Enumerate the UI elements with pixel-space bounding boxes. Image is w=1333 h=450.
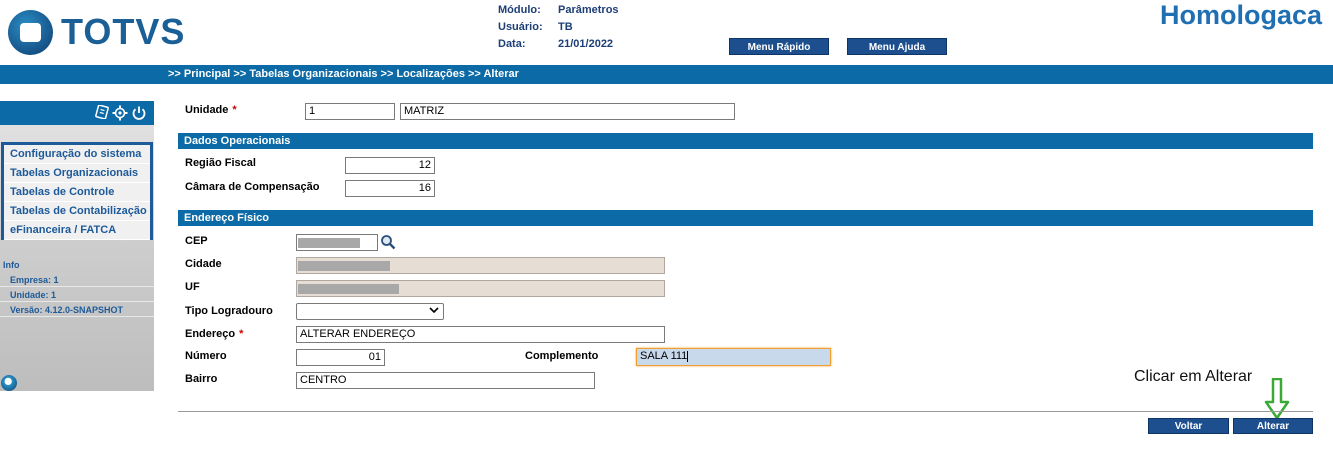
totvs-small-logo-icon <box>1 375 17 391</box>
brand-name: TOTVS <box>61 11 186 52</box>
required-mark: * <box>239 328 244 340</box>
sidebar-item-tabelas-organizacionais[interactable]: Tabelas Organizacionais <box>4 164 150 183</box>
camara-compensacao-field[interactable]: 16 <box>345 180 435 197</box>
complemento-field[interactable]: SALA 111 <box>636 348 831 366</box>
info-unidade: Unidade: 1 <box>0 288 154 302</box>
usuario-label: Usuário: <box>498 21 543 33</box>
sidebar-menu: Configuração do sistema Tabelas Organiza… <box>1 142 153 240</box>
complemento-label: Complemento <box>525 350 599 362</box>
unidade-label: Unidade * <box>185 104 237 116</box>
tipo-logradouro-select[interactable] <box>296 303 444 320</box>
cep-label: CEP <box>185 235 208 247</box>
unidade-code-field[interactable]: 1 <box>305 103 395 120</box>
sidebar-item-tabelas-contabilizacao[interactable]: Tabelas de Contabilização <box>4 202 150 221</box>
modulo-label: Módulo: <box>498 4 541 16</box>
masked-value <box>298 284 399 294</box>
gear-icon[interactable] <box>112 105 128 124</box>
cep-field[interactable] <box>296 234 378 251</box>
unidade-name-field[interactable]: MATRIZ <box>400 103 735 120</box>
bairro-label: Bairro <box>185 373 218 385</box>
cidade-label: Cidade <box>185 258 222 270</box>
masked-value <box>298 261 390 271</box>
usuario-value: TB <box>558 21 573 33</box>
numero-field[interactable]: 01 <box>296 349 385 366</box>
cidade-field <box>296 257 665 274</box>
data-label: Data: <box>498 38 526 50</box>
totvs-logo: TOTVS <box>8 8 185 56</box>
tipo-logradouro-label: Tipo Logradouro <box>185 305 273 317</box>
menu-ajuda-button[interactable]: Menu Ajuda <box>847 38 947 55</box>
uf-label: UF <box>185 281 200 293</box>
voltar-button[interactable]: Voltar <box>1148 418 1229 434</box>
required-mark: * <box>232 104 237 116</box>
data-value: 21/01/2022 <box>558 38 614 50</box>
modulo-value: Parâmetros <box>558 4 619 16</box>
endereco-field[interactable]: ALTERAR ENDEREÇO <box>296 326 665 343</box>
info-title: Info <box>3 260 20 270</box>
sidebar-item-configuracao[interactable]: Configuração do sistema <box>4 145 150 164</box>
regiao-fiscal-label: Região Fiscal <box>185 157 256 169</box>
environment-title: Homologaca <box>1160 0 1323 30</box>
info-empresa: Empresa: 1 <box>0 273 154 287</box>
text-cursor <box>687 350 689 362</box>
camara-compensacao-label: Câmara de Compensação <box>185 181 320 193</box>
sidebar-item-efinanceira[interactable]: eFinanceira / FATCA <box>4 221 150 240</box>
sidebar-item-tabelas-controle[interactable]: Tabelas de Controle <box>4 183 150 202</box>
search-icon[interactable] <box>380 234 396 253</box>
uf-field <box>296 280 665 297</box>
divider <box>178 411 1313 412</box>
masked-value <box>298 238 360 248</box>
calculator-icon[interactable] <box>95 104 109 122</box>
info-versao: Versão: 4.12.0-SNAPSHOT <box>0 303 154 317</box>
section-dados-operacionais: Dados Operacionais <box>178 133 1313 149</box>
chevron-down-icon <box>429 305 439 318</box>
alterar-button[interactable]: Alterar <box>1233 418 1313 434</box>
power-icon[interactable] <box>131 105 147 124</box>
arrow-down-icon <box>1264 377 1290 423</box>
bairro-field[interactable]: CENTRO <box>296 372 595 389</box>
regiao-fiscal-field[interactable]: 12 <box>345 157 435 174</box>
menu-rapido-button[interactable]: Menu Rápido <box>729 38 829 55</box>
totvs-logo-icon <box>8 9 53 55</box>
endereco-label: Endereço * <box>185 328 244 340</box>
breadcrumb: >> Principal >> Tabelas Organizacionais … <box>168 68 519 80</box>
numero-label: Número <box>185 350 227 362</box>
section-endereco-fisico: Endereço Físico <box>178 210 1313 226</box>
instruction-note: Clicar em Alterar <box>1134 368 1253 385</box>
